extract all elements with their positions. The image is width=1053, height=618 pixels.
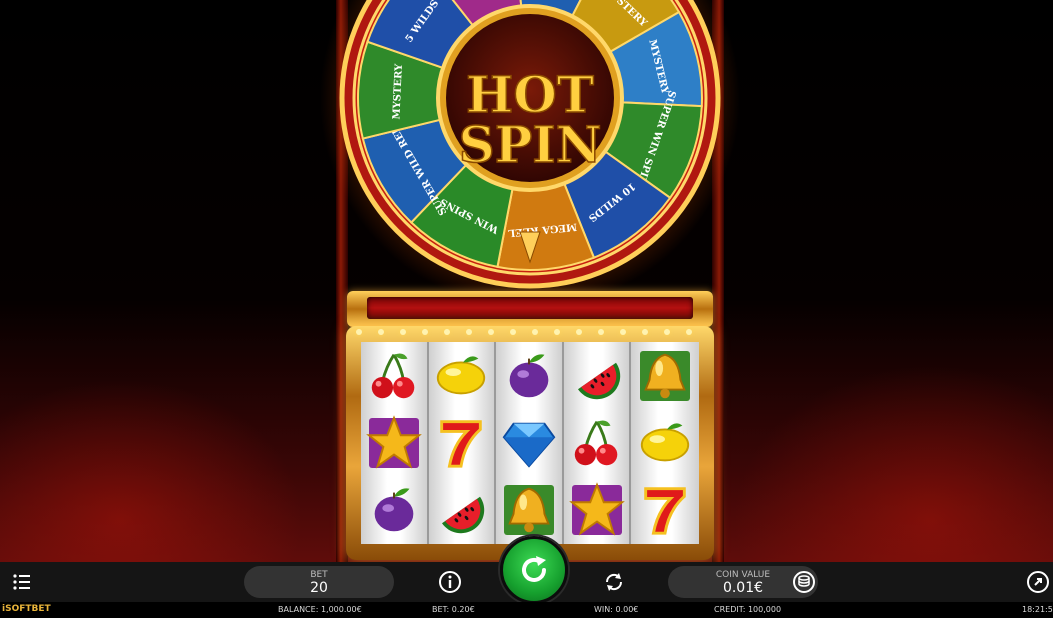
frame-light (510, 329, 516, 335)
win-banner (347, 291, 713, 327)
spin-button[interactable] (500, 536, 568, 604)
bet-readout: BET: 0.20€ (432, 605, 475, 614)
symbol-lemon (429, 342, 495, 409)
frame-light (378, 329, 384, 335)
reel (496, 342, 564, 544)
reel (428, 342, 497, 544)
status-bar: iSOFTBET BALANCE: 1,000.00€ BET: 0.20€ W… (0, 602, 1053, 618)
autoplay-button[interactable] (600, 568, 628, 596)
frame-light (488, 329, 494, 335)
reel (563, 342, 632, 544)
symbol-bell (631, 342, 699, 409)
symbol-diamond (496, 409, 562, 476)
fullscreen-icon (1027, 571, 1049, 593)
symbol-seven (631, 477, 699, 544)
frame-light (400, 329, 406, 335)
coins-button[interactable] (790, 568, 818, 596)
spin-icon (522, 556, 546, 582)
reel-area (361, 342, 699, 544)
frame-light (554, 329, 560, 335)
symbol-watermelon (429, 477, 495, 544)
frame-light (598, 329, 604, 335)
frame-light (642, 329, 648, 335)
frame-light (356, 329, 362, 335)
symbol-cherries (361, 342, 427, 409)
win-readout: WIN: 0.00€ (594, 605, 639, 614)
credit-readout: CREDIT: 100,000 (714, 605, 782, 614)
balance-readout: BALANCE: 1,000.00€ (278, 605, 362, 614)
autoplay-icon (605, 573, 623, 591)
symbol-bell (496, 477, 562, 544)
frame-light (444, 329, 450, 335)
info-icon (439, 571, 461, 593)
frame-light (466, 329, 472, 335)
menu-icon (13, 574, 30, 590)
provider-logo: iSOFTBET (2, 604, 51, 614)
frame-light (620, 329, 626, 335)
symbol-plum (496, 342, 562, 409)
symbol-lemon (631, 409, 699, 476)
menu-button[interactable] (8, 568, 36, 596)
bet-label: BET (310, 570, 328, 580)
wheel-title-spin: SPIN (459, 115, 602, 174)
frame-light (576, 329, 582, 335)
symbol-plum (361, 477, 427, 544)
hot-spin-wheel: MYSTERYSUPER WIN SPINS10 WILDSMEGA REELW… (320, 0, 740, 300)
symbol-cherries (564, 409, 630, 476)
symbol-star (361, 409, 427, 476)
symbol-star (564, 477, 630, 544)
info-button[interactable] (436, 568, 464, 596)
reel (361, 342, 429, 544)
bet-selector[interactable]: BET 20 (244, 566, 394, 598)
coins-icon (793, 571, 815, 593)
frame-light (664, 329, 670, 335)
bet-value: 20 (310, 580, 328, 596)
symbol-seven (429, 409, 495, 476)
frame-light (686, 329, 692, 335)
clock: 18:21:5 (1022, 605, 1053, 614)
symbol-watermelon (564, 342, 630, 409)
frame-light (532, 329, 538, 335)
reel (631, 342, 699, 544)
frame-light (422, 329, 428, 335)
fullscreen-button[interactable] (1024, 568, 1052, 596)
